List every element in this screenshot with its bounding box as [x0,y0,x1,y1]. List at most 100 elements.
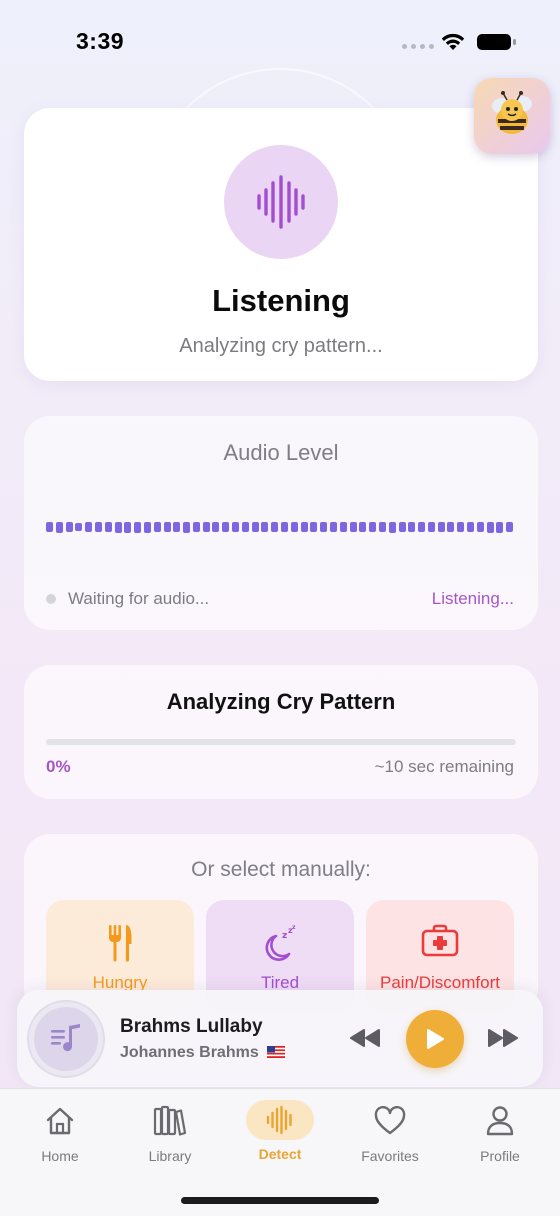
time-remaining: ~10 sec remaining [374,757,514,776]
audio-state-text: Listening... [431,589,514,608]
audio-level-bar [85,522,92,532]
audio-level-bar [66,522,73,532]
progress-percent: 0% [46,757,71,776]
audio-level-bar [173,522,180,532]
audio-level-bar [330,522,337,532]
audio-level-bar [340,522,347,532]
moon-sleep-icon: z z z [265,924,296,961]
audio-level-bar [418,522,425,532]
audio-status-text: Waiting for audio... [68,589,210,608]
audio-level-meter [46,516,516,538]
status-dot-icon [46,594,56,604]
audio-level-bar [183,522,190,533]
rewind-icon[interactable] [349,1028,381,1048]
audio-level-bar [477,522,484,532]
audio-level-bar [467,522,474,532]
mini-player[interactable]: Brahms Lullaby Johannes Brahms [17,990,543,1087]
analyzing-card: Analyzing Cry Pattern 0% ~10 sec remaini… [24,665,538,799]
home-icon [46,1107,74,1135]
audio-level-bar [281,522,288,532]
audio-level-bar [124,522,131,533]
album-art [27,1000,105,1078]
battery-icon [477,34,516,50]
waveform-icon [266,1105,292,1135]
home-indicator [181,1197,379,1204]
audio-level-bar [320,522,327,532]
audio-level-bar [379,522,386,532]
audio-level-card: Audio Level Waiting for audio... Listeni… [24,416,538,630]
utensils-icon [109,925,132,962]
audio-level-bar [203,522,210,532]
audio-level-bar [261,522,268,532]
status-time: 3:39 [76,28,125,54]
heart-icon [374,1106,406,1135]
audio-level-bar [350,522,357,532]
audio-status: Waiting for audio... [46,589,209,609]
tab-favorites[interactable]: Favorites [340,1103,440,1164]
tab-home-label: Home [41,1148,79,1164]
audio-level-bar [487,522,494,533]
first-aid-icon [421,924,459,957]
audio-level-bar [291,522,298,532]
manual-select-title: Or select manually: [191,858,371,881]
audio-level-bar [242,522,249,532]
tab-profile-label: Profile [480,1148,520,1164]
audio-level-bar [447,522,454,532]
tab-library-label: Library [148,1148,192,1164]
audio-level-bar [75,523,82,531]
play-icon [427,1029,444,1049]
analysis-progress-bar [46,739,516,745]
svg-text:z: z [282,931,287,941]
bee-mascot-icon [492,91,532,134]
bee-avatar-button[interactable] [474,78,550,154]
audio-level-bar [457,522,464,532]
audio-level-bar [438,522,445,532]
audio-level-bar [46,522,53,532]
listening-button[interactable] [224,145,338,259]
audio-level-bar [359,522,366,532]
listening-title: Listening [212,283,350,318]
waveform-icon [257,175,305,229]
audio-level-bar [389,522,396,533]
audio-level-bar [428,522,435,532]
tab-favorites-label: Favorites [361,1148,419,1164]
audio-level-bar [369,522,376,532]
audio-level-bar [408,522,415,532]
music-list-icon [51,1024,80,1052]
audio-level-bar [271,522,278,532]
audio-level-bar [105,522,112,532]
audio-level-bar [301,522,308,532]
audio-level-bar [506,522,513,532]
person-icon [486,1106,514,1136]
audio-level-bar [115,522,122,533]
audio-level-bar [212,522,219,532]
audio-level-title: Audio Level [223,440,339,465]
audio-level-bar [154,522,161,532]
signal-dots-icon [402,44,434,49]
manual-select-card: Or select manually: Hungry z z z Tired P… [24,834,538,1014]
play-button[interactable] [406,1010,464,1068]
tab-home[interactable]: Home [10,1103,110,1164]
audio-level-bar [496,522,503,533]
track-artist: Johannes Brahms [120,1044,285,1062]
audio-level-bar [310,522,317,532]
tab-detect-label: Detect [258,1146,302,1162]
audio-level-bar [399,522,406,532]
wifi-icon [441,33,465,50]
audio-level-bar [95,522,102,532]
audio-level-bar [144,522,151,533]
audio-level-bar [232,522,239,532]
tab-profile[interactable]: Profile [450,1103,550,1164]
fast-forward-icon[interactable] [487,1028,519,1048]
tab-library[interactable]: Library [120,1103,220,1164]
listening-card: Listening Analyzing cry pattern... [24,108,538,381]
audio-level-bar [164,522,171,532]
analyzing-title: Analyzing Cry Pattern [166,689,396,714]
audio-level-bar [134,522,141,533]
tab-detect[interactable]: Detect [230,1100,330,1162]
audio-level-bar [193,522,200,532]
artist-name: Johannes Brahms [120,1044,259,1061]
books-icon [153,1105,187,1136]
audio-level-bar [56,522,63,533]
audio-level-bar [252,522,259,532]
